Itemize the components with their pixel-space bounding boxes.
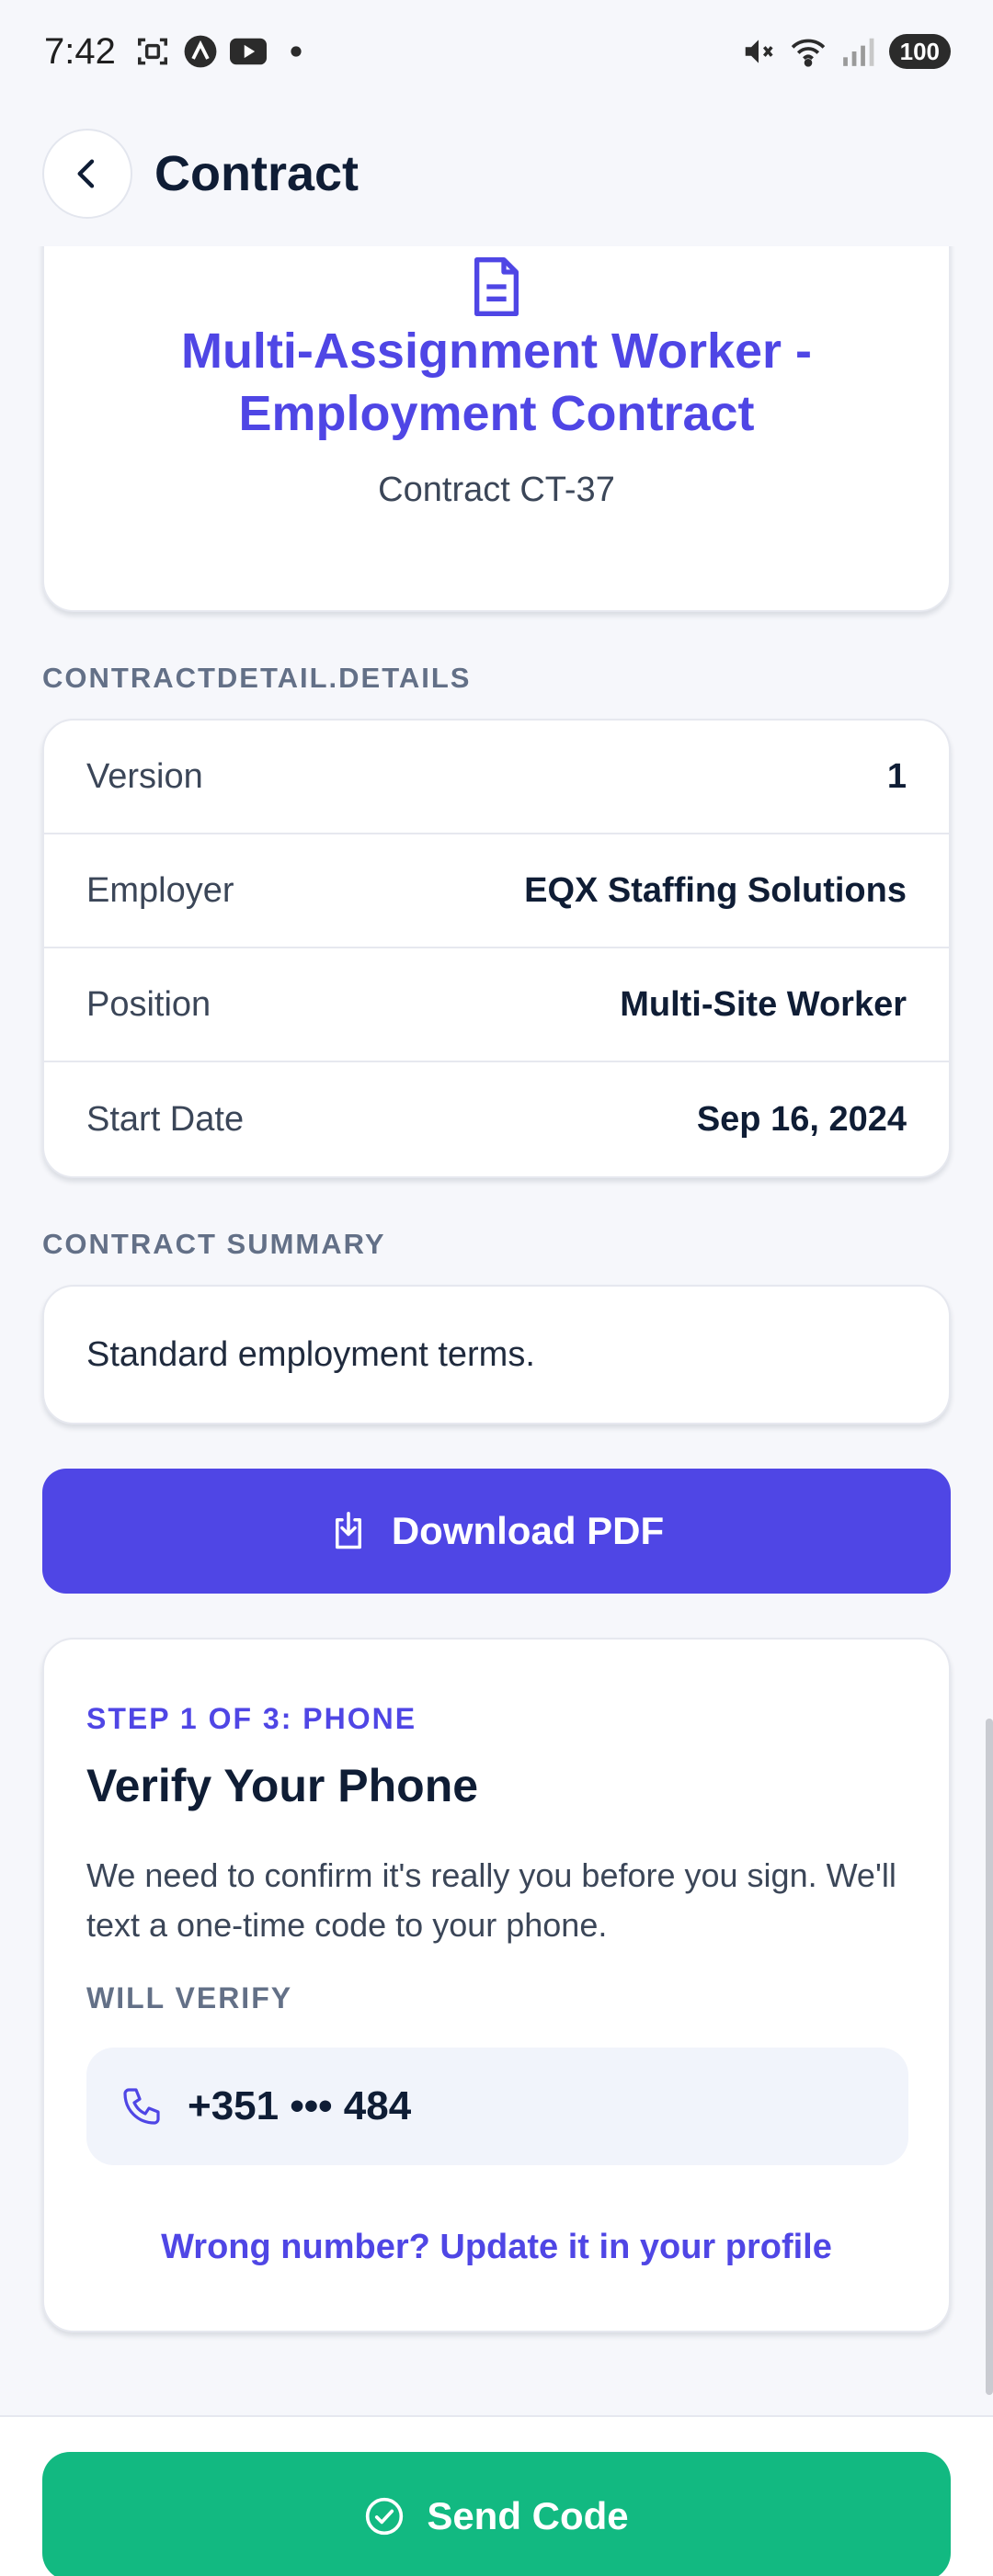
summary-text: Standard employment terms. <box>86 1334 535 1374</box>
back-button[interactable] <box>42 129 132 219</box>
wifi-icon <box>790 33 827 70</box>
detail-label: Employer <box>86 870 234 910</box>
update-number-link[interactable]: Wrong number? Update it in your profile <box>44 2228 949 2267</box>
status-time: 7:42 <box>44 30 116 72</box>
status-bar: 7:42 100 <box>0 0 993 103</box>
contract-title-card: Multi-Assignment Worker - Employment Con… <box>42 246 951 612</box>
mute-icon <box>740 33 777 70</box>
phone-number-box: +351 ••• 484 <box>86 2048 908 2165</box>
verify-title: Verify Your Phone <box>86 1760 479 1811</box>
detail-value: Multi-Site Worker <box>620 984 907 1024</box>
status-icons-left <box>134 33 314 70</box>
summary-section-label: CONTRACT SUMMARY <box>42 1228 386 1260</box>
scrollbar[interactable] <box>986 1719 993 2395</box>
contract-id: Contract CT-37 <box>378 471 615 509</box>
phone-icon <box>123 2088 160 2125</box>
detail-value: 1 <box>886 756 907 796</box>
send-code-button[interactable]: Send Code <box>42 2452 951 2576</box>
youtube-icon <box>229 33 267 70</box>
bottom-action-bar: Send Code <box>0 2415 993 2576</box>
signal-icon <box>839 33 876 70</box>
page-title: Contract <box>154 146 360 201</box>
battery-icon: 100 <box>888 34 951 69</box>
send-code-label: Send Code <box>427 2494 629 2537</box>
verify-description: We need to confirm it's really you befor… <box>86 1856 896 1944</box>
arc-icon <box>182 33 219 70</box>
detail-label: Position <box>86 984 211 1024</box>
download-icon <box>335 1512 361 1549</box>
chevron-left-icon <box>77 159 95 188</box>
screenshot-icon <box>134 33 171 70</box>
check-circle-icon <box>366 2497 404 2536</box>
download-pdf-button[interactable]: Download PDF <box>42 1469 951 1594</box>
dot-icon <box>278 33 314 70</box>
verify-phone-card: STEP 1 OF 3: PHONE Verify Your Phone We … <box>42 1638 951 2332</box>
summary-card: Standard employment terms. <box>42 1285 951 1424</box>
will-verify-label: WILL VERIFY <box>86 1981 293 2014</box>
detail-label: Start Date <box>86 1099 245 1139</box>
detail-label: Version <box>86 756 203 796</box>
detail-row-employer: Employer EQX Staffing Solutions <box>44 834 949 948</box>
document-icon <box>474 256 519 316</box>
detail-row-start-date: Start Date Sep 16, 2024 <box>44 1062 949 1176</box>
detail-value: EQX Staffing Solutions <box>524 870 907 910</box>
contract-title: Multi-Assignment Worker - Employment Con… <box>180 323 813 441</box>
details-card: Version 1 Employer EQX Staffing Solution… <box>42 719 951 1178</box>
download-pdf-label: Download PDF <box>391 1509 665 1552</box>
details-section-label: CONTRACTDETAIL.DETAILS <box>42 662 472 694</box>
step-label: STEP 1 OF 3: PHONE <box>86 1702 417 1735</box>
detail-row-position: Position Multi-Site Worker <box>44 948 949 1062</box>
phone-number: +351 ••• 484 <box>188 2083 412 2128</box>
detail-value: Sep 16, 2024 <box>696 1099 907 1139</box>
scroll-content[interactable]: Multi-Assignment Worker - Employment Con… <box>0 246 993 2415</box>
app-header: Contract <box>0 103 993 244</box>
status-icons-right: 100 <box>740 33 951 70</box>
detail-row-version: Version 1 <box>44 721 949 834</box>
